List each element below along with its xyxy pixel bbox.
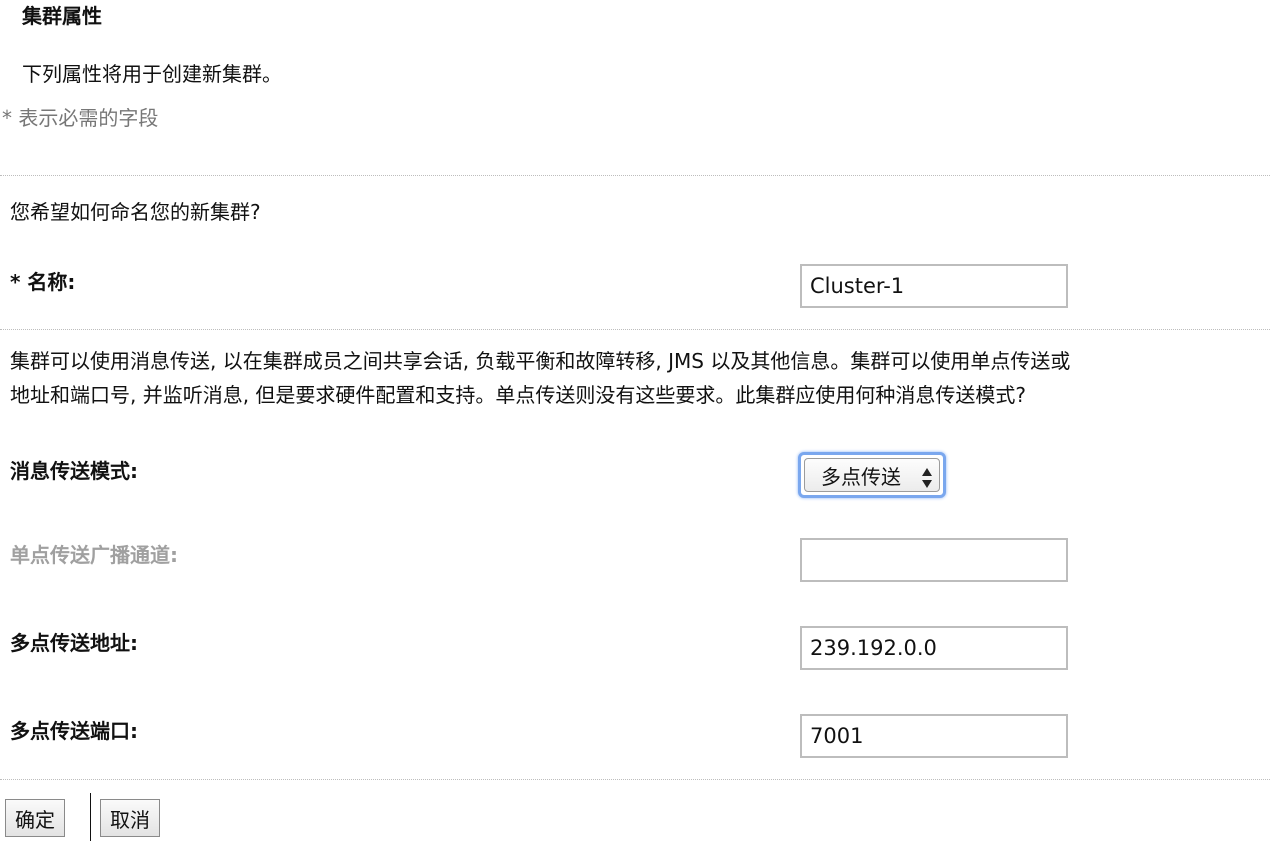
cluster-name-input[interactable] xyxy=(800,264,1068,308)
messaging-mode-label: 消息传送模式: xyxy=(10,459,138,483)
divider xyxy=(0,779,1270,780)
multicast-address-label: 多点传送地址: xyxy=(10,631,138,655)
messaging-description-line-1: 集群可以使用消息传送, 以在集群成员之间共享会话, 负载平衡和故障转移, JMS… xyxy=(10,349,1071,373)
cancel-button[interactable]: 取消 xyxy=(100,799,160,837)
messaging-description-line-2: 地址和端口号, 并监听消息, 但是要求硬件配置和支持。单点传送则没有这些要求。此… xyxy=(10,383,1027,407)
button-separator xyxy=(90,793,91,841)
name-label: * 名称: xyxy=(10,270,76,294)
divider xyxy=(0,175,1270,176)
ok-button[interactable]: 确定 xyxy=(5,799,65,837)
messaging-description: 集群可以使用消息传送, 以在集群成员之间共享会话, 负载平衡和故障转移, JMS… xyxy=(10,344,1270,412)
section-title: 集群属性 xyxy=(22,4,102,28)
multicast-port-label: 多点传送端口: xyxy=(10,719,138,743)
messaging-mode-select[interactable]: 多点传送 xyxy=(798,452,946,498)
multicast-port-input[interactable] xyxy=(800,714,1068,758)
select-updown-arrows-icon xyxy=(922,468,932,488)
intro-text: 下列属性将用于创建新集群。 xyxy=(22,62,282,86)
cluster-properties-page: 集群属性 下列属性将用于创建新集群。 * 表示必需的字段 您希望如何命名您的新集… xyxy=(0,0,1270,866)
messaging-mode-selected-value: 多点传送 xyxy=(821,465,901,489)
unicast-broadcast-channel-input[interactable] xyxy=(800,538,1068,582)
naming-question: 您希望如何命名您的新集群? xyxy=(10,200,261,224)
divider xyxy=(0,329,1270,330)
unicast-broadcast-channel-label: 单点传送广播通道: xyxy=(10,543,178,567)
required-fields-note: * 表示必需的字段 xyxy=(2,106,159,130)
multicast-address-input[interactable] xyxy=(800,626,1068,670)
messaging-mode-select-body[interactable]: 多点传送 xyxy=(804,458,940,492)
